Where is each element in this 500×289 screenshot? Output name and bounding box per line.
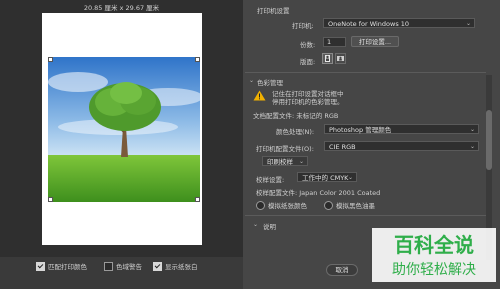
- preview-image[interactable]: [48, 57, 200, 202]
- match-colors-option[interactable]: 匹配打印颜色: [36, 261, 87, 271]
- chevron-down-icon: ⌄: [298, 158, 304, 165]
- svg-text:百科全说: 百科全说: [394, 233, 474, 257]
- gamut-warning-label: 色域警告: [116, 263, 142, 271]
- proof-setup-select[interactable]: 工作中的 CMYK ⌄: [297, 172, 357, 182]
- proof-setup-label: 校样设置:: [256, 176, 285, 184]
- layout-label: 版面:: [300, 58, 316, 66]
- printer-profile-value: CIE RGB: [329, 143, 356, 151]
- collapse-chevron-icon[interactable]: ⌄: [249, 77, 254, 84]
- expand-chevron-icon[interactable]: ⌄: [253, 221, 258, 228]
- match-colors-checkbox[interactable]: [36, 261, 45, 271]
- warning-text-line2: 停用打印机的色彩管理。: [272, 98, 344, 106]
- landscape-layout-icon[interactable]: [335, 53, 346, 64]
- color-handling-select[interactable]: Photoshop 管理颜色 ⌄: [324, 124, 479, 134]
- tree-photo: [48, 57, 200, 202]
- simulate-paper-color-option[interactable]: 模拟纸张颜色: [256, 200, 307, 210]
- color-management-heading: 色彩管理: [257, 79, 283, 87]
- show-paper-white-checkbox[interactable]: [153, 261, 162, 271]
- printer-select[interactable]: OneNote for Windows 10 ⌄: [323, 18, 475, 28]
- simulate-paper-color-radio[interactable]: [256, 200, 265, 210]
- crop-handle-bottom-right[interactable]: [195, 197, 200, 202]
- printer-profile-label: 打印机配置文件(O):: [256, 145, 314, 153]
- crop-handle-top-right[interactable]: [195, 57, 200, 62]
- warning-icon: [253, 90, 266, 103]
- description-heading: 说明: [263, 223, 276, 231]
- simulate-black-ink-radio[interactable]: [324, 200, 333, 210]
- paper-size-label: 20.85 厘米 x 29.67 厘米: [83, 4, 160, 12]
- proof-setup-value: 工作中的 CMYK: [302, 174, 349, 182]
- scrollbar-thumb[interactable]: [486, 110, 492, 170]
- printer-setup-heading: 打印机设置: [257, 7, 290, 15]
- printer-label: 打印机:: [292, 22, 314, 30]
- chevron-down-icon: ⌄: [469, 126, 475, 133]
- gamut-warning-option[interactable]: 色域警告: [104, 261, 142, 271]
- copies-input[interactable]: 1: [323, 37, 346, 47]
- printer-select-value: OneNote for Windows 10: [328, 20, 410, 28]
- match-colors-label: 匹配打印颜色: [48, 263, 87, 271]
- watermark-logo: 百科全说 助你轻松解决: [372, 228, 496, 282]
- simulate-paper-color-label: 模拟纸张颜色: [268, 202, 307, 210]
- cancel-button[interactable]: 取消: [326, 264, 358, 276]
- chevron-down-icon: ⌄: [469, 143, 475, 150]
- gamut-warning-checkbox[interactable]: [104, 261, 113, 271]
- printer-profile-select[interactable]: CIE RGB ⌄: [324, 141, 479, 151]
- color-handling-value: Photoshop 管理颜色: [329, 126, 392, 134]
- section-divider: [245, 215, 486, 216]
- crop-handle-bottom-left[interactable]: [48, 197, 53, 202]
- show-paper-white-label: 显示纸张白: [165, 263, 198, 271]
- copies-label: 份数:: [300, 41, 316, 49]
- proof-mode-select[interactable]: 印刷校样 ⌄: [262, 156, 308, 166]
- watermark: 百科全说 助你轻松解决: [372, 228, 496, 282]
- color-handling-label: 颜色处理(N):: [276, 128, 315, 136]
- section-divider: [245, 72, 486, 73]
- show-paper-white-option[interactable]: 显示纸张白: [153, 261, 198, 271]
- simulate-black-ink-option[interactable]: 模拟黑色油墨: [324, 200, 375, 210]
- proof-profile-text: 校样配置文件: Japan Color 2001 Coated: [256, 189, 381, 197]
- print-settings-button[interactable]: 打印设置...: [351, 36, 399, 47]
- document-profile-text: 文档配置文件: 未标记的 RGB: [253, 112, 339, 120]
- crop-handle-top-left[interactable]: [48, 57, 53, 62]
- chevron-down-icon: ⌄: [347, 174, 353, 181]
- svg-text:助你轻松解决: 助你轻松解决: [392, 262, 476, 278]
- portrait-layout-icon[interactable]: [322, 53, 333, 64]
- proof-mode-value: 印刷校样: [267, 158, 293, 166]
- simulate-black-ink-label: 模拟黑色油墨: [336, 202, 375, 210]
- chevron-down-icon: ⌄: [465, 20, 471, 27]
